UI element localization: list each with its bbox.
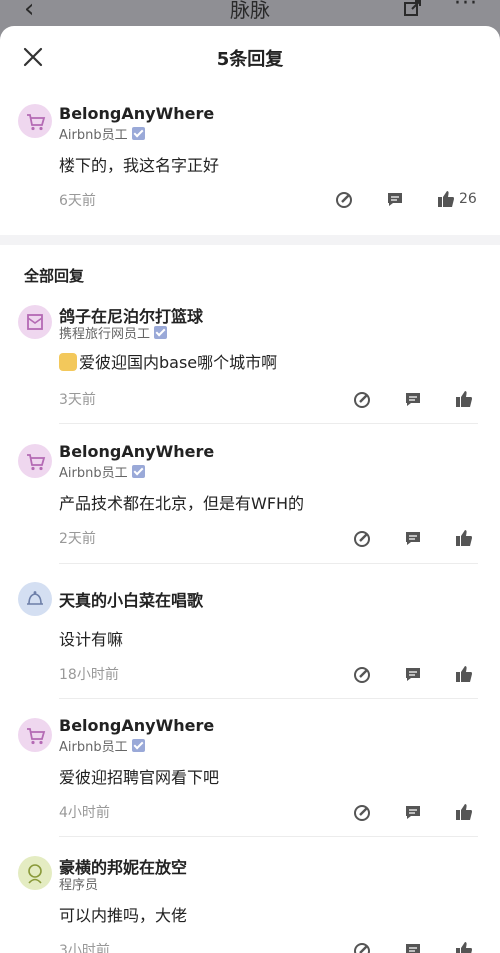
edit-icon[interactable] [353,666,371,684]
main-comment: BelongAnyWhere Airbnb员工 楼下的，我这名字正好 6天前 2… [0,90,500,235]
envelope-icon [27,314,43,330]
reply-icon[interactable] [386,190,404,208]
verified-icon [154,326,168,339]
reply-item: BelongAnyWhere Airbnb员工 爱彼迎招聘官网看下吧 4小时前 [0,716,500,856]
edit-icon[interactable] [335,191,353,209]
reply-icon[interactable] [404,803,422,821]
comment-time: 18小时前 [59,667,119,683]
reply-icon[interactable] [404,390,422,408]
app-title: 脉脉 [230,0,270,22]
commenter-company: Airbnb员工 [59,736,145,755]
reply-item: 天真的小白菜在唱歌 设计有嘛 18小时前 [0,582,500,712]
sheet-title: 5条回复 [216,49,284,70]
avatar[interactable] [18,718,52,752]
character-icon [28,864,42,884]
comment-text: 爱彼迎招聘官网看下吧 [59,768,220,787]
reply-item: 鸽子在尼泊尔打篮球 携程旅行网员工 爱彼迎国内base哪个城市啊 3天前 [0,303,500,443]
comment-text: 产品技术都在北京，但是有WFH的 [59,494,305,513]
edit-icon[interactable] [353,530,371,548]
avatar[interactable] [18,582,52,616]
avatar[interactable] [18,104,52,138]
like-icon[interactable] [455,665,473,683]
edit-icon[interactable] [353,391,371,409]
verified-icon [131,739,145,752]
avatar[interactable] [18,305,52,339]
commenter-name[interactable]: 天真的小白菜在唱歌 [59,587,203,611]
bell-icon [27,591,43,605]
divider [59,698,478,699]
company-label: 携程旅行网员工 [59,327,151,342]
commenter-company: Airbnb员工 [59,124,145,143]
comment-time: 3小时前 [59,943,110,953]
reply-icon[interactable] [404,665,422,683]
section-divider [0,235,500,245]
like-icon[interactable] [437,190,455,208]
commenter-name[interactable]: BelongAnyWhere [59,716,214,735]
share-icon[interactable] [404,0,422,16]
comment-text-content: 爱彼迎国内base哪个城市啊 [79,353,278,372]
commenter-company: 程序员 [59,878,99,893]
section-title: 全部回复 [24,267,85,285]
commenter-name[interactable]: BelongAnyWhere [59,104,214,123]
comment-text: 爱彼迎国内base哪个城市啊 [59,349,277,373]
verified-icon [131,127,145,140]
divider [59,563,478,564]
like-icon[interactable] [455,803,473,821]
comment-time: 4小时前 [59,805,110,821]
edit-icon[interactable] [353,804,371,822]
like-icon[interactable] [455,529,473,547]
edit-icon[interactable] [353,942,371,953]
commenter-company: Airbnb员工 [59,462,145,481]
cart-icon [27,454,46,471]
reply-icon[interactable] [404,941,422,953]
cart-icon [27,114,46,131]
like-count: 26 [459,191,477,207]
reply-item: BelongAnyWhere Airbnb员工 产品技术都在北京，但是有WFH的… [0,442,500,582]
commenter-name[interactable]: BelongAnyWhere [59,442,214,461]
comment-time: 6天前 [59,193,96,209]
comment-text: 设计有嘛 [59,630,124,649]
replies-sheet: 5条回复 BelongAnyWhere Airbnb员工 楼下的，我这名字正好 … [0,26,500,953]
comment-text: 可以内推吗，大佬 [59,906,188,925]
company-label: Airbnb员工 [59,740,128,755]
more-options-button[interactable]: ··· [454,0,478,16]
company-label: Airbnb员工 [59,466,128,481]
sheet-header: 5条回复 [0,26,500,90]
company-label: Airbnb员工 [59,128,128,143]
comment-time: 3天前 [59,392,96,408]
like-icon[interactable] [455,390,473,408]
avatar[interactable] [18,444,52,478]
divider [59,423,478,424]
verified-icon [131,465,145,478]
commenter-company: 携程旅行网员工 [59,323,168,342]
comment-time: 2天前 [59,531,96,547]
divider [59,836,478,837]
avatar[interactable] [18,856,52,890]
cart-icon [27,728,46,745]
reply-item: 豪横的邦妮在放空 程序员 可以内推吗，大佬 3小时前 [0,854,500,953]
like-icon[interactable] [455,941,473,953]
reply-icon[interactable] [404,529,422,547]
comment-text: 楼下的，我这名字正好 [59,156,220,175]
emoji-icon [59,353,77,371]
